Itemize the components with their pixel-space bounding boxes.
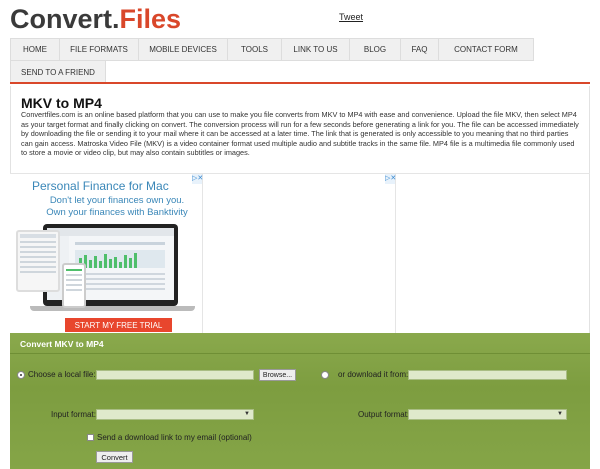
nav-item-file-formats[interactable]: FILE FORMATS	[59, 38, 138, 61]
local-file-radio[interactable]	[17, 371, 25, 379]
download-url-input[interactable]	[408, 370, 567, 380]
converter-panel: Convert MKV to MP4 Choose a local file: …	[10, 333, 590, 469]
nav-item-mobile-devices[interactable]: MOBILE DEVICES	[138, 38, 227, 61]
header-divider	[10, 82, 590, 84]
tweet-link[interactable]: Tweet	[339, 12, 363, 22]
nav-row-1: HOME FILE FORMATS MOBILE DEVICES TOOLS L…	[10, 38, 534, 61]
chevron-down-icon: ▼	[244, 411, 250, 417]
banktivity-ad[interactable]: ▷✕ Personal Finance for Mac Don't let yo…	[10, 174, 203, 334]
page-description: Convertfiles.com is an online based plat…	[21, 110, 579, 158]
nav-item-tools[interactable]: TOOLS	[227, 38, 281, 61]
ad-headline: Personal Finance for Mac	[32, 179, 169, 193]
send-link-label: Send a download link to my email (option…	[97, 433, 252, 442]
adchoices-icon[interactable]: ▷✕	[385, 174, 396, 184]
main-nav: HOME FILE FORMATS MOBILE DEVICES TOOLS L…	[10, 38, 534, 84]
adchoices-icon[interactable]: ▷✕	[192, 174, 203, 184]
logo-text-files: Files	[119, 4, 182, 34]
output-format-select[interactable]: ▼	[408, 409, 567, 420]
nav-item-blog[interactable]: BLOG	[349, 38, 400, 61]
ad-line-2: Own your finances with Banktivity	[46, 207, 188, 218]
phone-screen	[66, 269, 82, 291]
nav-item-contact-form[interactable]: CONTACT FORM	[438, 38, 534, 61]
local-file-input[interactable]	[96, 370, 254, 380]
local-file-label: Choose a local file:	[28, 370, 96, 379]
page-title: MKV to MP4	[21, 95, 102, 111]
input-format-label: Input format:	[51, 410, 96, 419]
tablet-screen	[20, 234, 56, 273]
browse-button[interactable]: Browse...	[259, 369, 296, 381]
phone-image	[62, 263, 86, 308]
nav-item-faq[interactable]: FAQ	[400, 38, 438, 61]
chevron-down-icon: ▼	[557, 411, 563, 417]
output-format-label: Output format:	[358, 410, 410, 419]
tablet-image	[16, 230, 60, 292]
nav-row-2: SEND TO A FRIEND	[10, 61, 534, 84]
nav-item-send-to-friend[interactable]: SEND TO A FRIEND	[10, 61, 106, 84]
convert-button[interactable]: Convert	[96, 451, 133, 463]
site-logo[interactable]: Convert.Files	[10, 4, 181, 35]
free-trial-button[interactable]: START MY FREE TRIAL	[65, 318, 172, 332]
laptop-base	[30, 306, 195, 311]
panel-divider	[10, 353, 590, 354]
ad-line-1: Don't let your finances own you.	[49, 195, 185, 206]
send-link-checkbox[interactable]	[87, 434, 94, 441]
converter-title: Convert MKV to MP4	[20, 339, 104, 349]
nav-item-link-to-us[interactable]: LINK TO US	[281, 38, 349, 61]
download-url-radio[interactable]	[321, 371, 329, 379]
ad-row: ▷✕ Personal Finance for Mac Don't let yo…	[10, 173, 590, 334]
download-url-label: or download it from:	[338, 370, 409, 379]
logo-text-convert: Convert.	[10, 4, 120, 34]
ad-slot-2[interactable]: ▷✕	[203, 174, 396, 334]
nav-item-home[interactable]: HOME	[10, 38, 59, 61]
input-format-select[interactable]: ▼	[96, 409, 254, 420]
